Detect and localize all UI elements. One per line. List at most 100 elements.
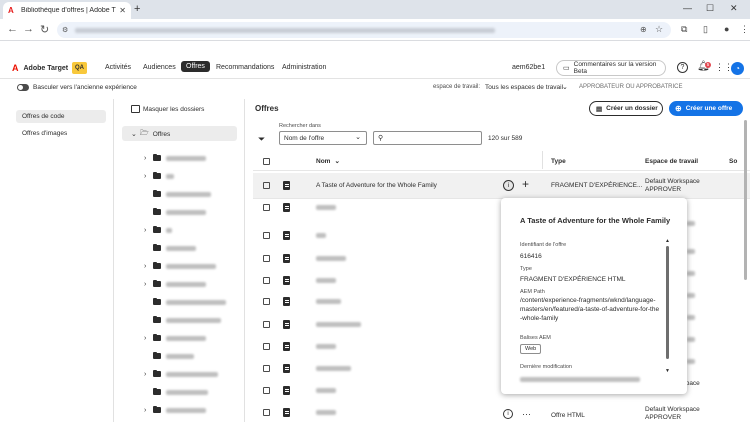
chevron-right-icon[interactable]: › <box>144 407 150 414</box>
chevron-right-icon[interactable]: › <box>144 371 150 378</box>
col-name[interactable]: Nom ⌄ <box>316 154 340 168</box>
reload-icon[interactable]: ↻ <box>40 23 49 36</box>
scroll-down-icon[interactable]: ▼ <box>665 368 670 374</box>
chevron-down-icon[interactable]: ⌄ <box>562 83 568 91</box>
avatar[interactable]: ◔ <box>731 62 744 75</box>
folder-open-icon: 🗁︎ <box>140 129 149 137</box>
nav-activites[interactable]: Activités <box>105 64 131 71</box>
browser-tab[interactable]: A Bibliothèque d'offres | Adobe T ✕ <box>3 2 131 19</box>
back-icon[interactable]: ← <box>7 23 18 35</box>
col-type[interactable]: Type <box>551 154 566 168</box>
workspace-select[interactable]: Tous les espaces de travail <box>485 84 563 91</box>
folder-name-redacted <box>166 371 218 377</box>
nav-image-offers[interactable]: Offres d'images <box>16 127 106 140</box>
offer-file-icon <box>283 181 290 190</box>
hide-folders-button[interactable]: Masquer les dossiers <box>143 106 204 113</box>
site-info-icon[interactable]: ⚙ <box>62 26 68 34</box>
cell-redacted <box>687 249 695 254</box>
folder-icon <box>153 261 161 269</box>
offer-file-icon <box>283 408 290 417</box>
scroll-up-icon[interactable]: ▲ <box>665 238 670 244</box>
browser-menu-icon[interactable]: ⋮ <box>740 24 749 35</box>
app-name: Adobe Target <box>23 64 69 72</box>
minimize-icon[interactable]: — <box>683 3 692 13</box>
maximize-icon[interactable]: ☐ <box>706 3 714 14</box>
app-logo[interactable]: A Adobe Target <box>12 63 68 73</box>
add-icon[interactable]: + <box>522 177 529 191</box>
chevron-right-icon[interactable]: › <box>144 155 150 162</box>
nav-offres[interactable]: Offres <box>181 61 210 72</box>
offer-name[interactable]: A Taste of Adventure for the Whole Famil… <box>316 182 437 190</box>
row-checkbox[interactable] <box>263 204 270 211</box>
filter-icon[interactable]: ⏷ <box>258 134 265 145</box>
select-all-checkbox[interactable] <box>263 158 270 165</box>
chevron-right-icon[interactable]: › <box>144 227 150 234</box>
nav-recommandations[interactable]: Recommandations <box>216 64 274 71</box>
row-checkbox[interactable] <box>263 387 270 394</box>
folder-icon <box>153 315 161 323</box>
nav-code-offers[interactable]: Offres de code <box>16 110 106 123</box>
create-folder-button[interactable]: ▤ Créer un dossier <box>589 101 663 116</box>
forward-icon[interactable]: → <box>23 23 34 35</box>
chevron-down-icon[interactable]: ⌄ <box>131 130 137 138</box>
cell-redacted <box>687 271 695 276</box>
tab-close-icon[interactable]: ✕ <box>119 6 126 15</box>
search-icon: ⚲ <box>378 135 384 142</box>
page-scrollbar[interactable] <box>744 120 747 280</box>
chevron-right-icon[interactable]: › <box>144 335 150 342</box>
beta-feedback-button[interactable]: ▭ Commentaires sur la version Beta <box>556 60 666 76</box>
create-offer-button[interactable]: ⊕ Créer une offre <box>669 101 743 116</box>
legacy-toggle[interactable] <box>17 84 29 91</box>
cell-redacted <box>687 315 695 320</box>
search-input[interactable]: ⚲ <box>373 131 482 145</box>
plus-circle-icon: ⊕ <box>675 104 682 113</box>
row-checkbox[interactable] <box>263 365 270 372</box>
offer-name-redacted <box>316 256 346 261</box>
info-icon[interactable]: i <box>503 409 513 419</box>
row-checkbox[interactable] <box>263 298 270 305</box>
chevron-right-icon[interactable]: › <box>144 173 150 180</box>
col-extra[interactable]: So <box>729 154 737 168</box>
folder-root[interactable]: ⌄ 🗁︎ Offres <box>131 128 262 140</box>
profile-icon[interactable]: ● <box>724 24 729 34</box>
col-workspace[interactable]: Espace de travail <box>645 154 698 168</box>
row-checkbox[interactable] <box>263 182 270 189</box>
new-tab-button[interactable]: + <box>134 3 140 15</box>
nav-administration[interactable]: Administration <box>282 64 326 71</box>
offer-file-icon <box>283 364 290 373</box>
instance-name[interactable]: aem62be1 <box>512 64 545 71</box>
extension-puzzle-icon[interactable]: ⧉ <box>681 24 687 35</box>
row-checkbox[interactable] <box>263 409 270 416</box>
folder-name-redacted <box>166 299 226 305</box>
workspace-label: espace de travail: <box>433 84 481 90</box>
aem-path-value: /content/experience-fragments/wknd/langu… <box>520 297 660 322</box>
offer-file-icon <box>283 297 290 306</box>
sidebar-icon[interactable]: ▯ <box>703 24 708 35</box>
help-icon[interactable]: ? <box>677 62 688 73</box>
row-checkbox[interactable] <box>263 255 270 262</box>
chevron-right-icon[interactable]: › <box>144 263 150 270</box>
offer-name-redacted <box>316 299 341 304</box>
bookmark-star-icon[interactable]: ☆ <box>655 24 663 35</box>
cell-redacted <box>687 359 695 364</box>
folder-icon <box>153 189 161 197</box>
more-icon[interactable]: ··· <box>522 409 531 419</box>
offer-role: APPROVER <box>645 414 682 421</box>
nav-audiences[interactable]: Audiences <box>143 64 176 71</box>
folder-root-label: Offres <box>152 130 171 138</box>
popover-scrollbar[interactable] <box>666 246 669 359</box>
window-close-icon[interactable]: ✕ <box>730 3 738 14</box>
chevron-right-icon[interactable]: › <box>144 281 150 288</box>
url-field[interactable]: ⚙ ⊕ ☆ <box>57 22 671 38</box>
chat-icon: ▭ <box>563 65 570 72</box>
row-checkbox[interactable] <box>263 343 270 350</box>
info-icon[interactable]: i <box>503 180 514 191</box>
panel-toggle-icon[interactable] <box>131 105 140 113</box>
row-checkbox[interactable] <box>263 321 270 328</box>
offer-info-popover: A Taste of Adventure for the Whole Famil… <box>501 198 687 394</box>
row-checkbox[interactable] <box>263 232 270 239</box>
folder-name-redacted <box>166 281 206 287</box>
search-in-select[interactable]: Nom de l'offre ⌄ <box>279 131 367 145</box>
extensions-icon[interactable]: ⊕ <box>640 25 647 34</box>
row-checkbox[interactable] <box>263 277 270 284</box>
